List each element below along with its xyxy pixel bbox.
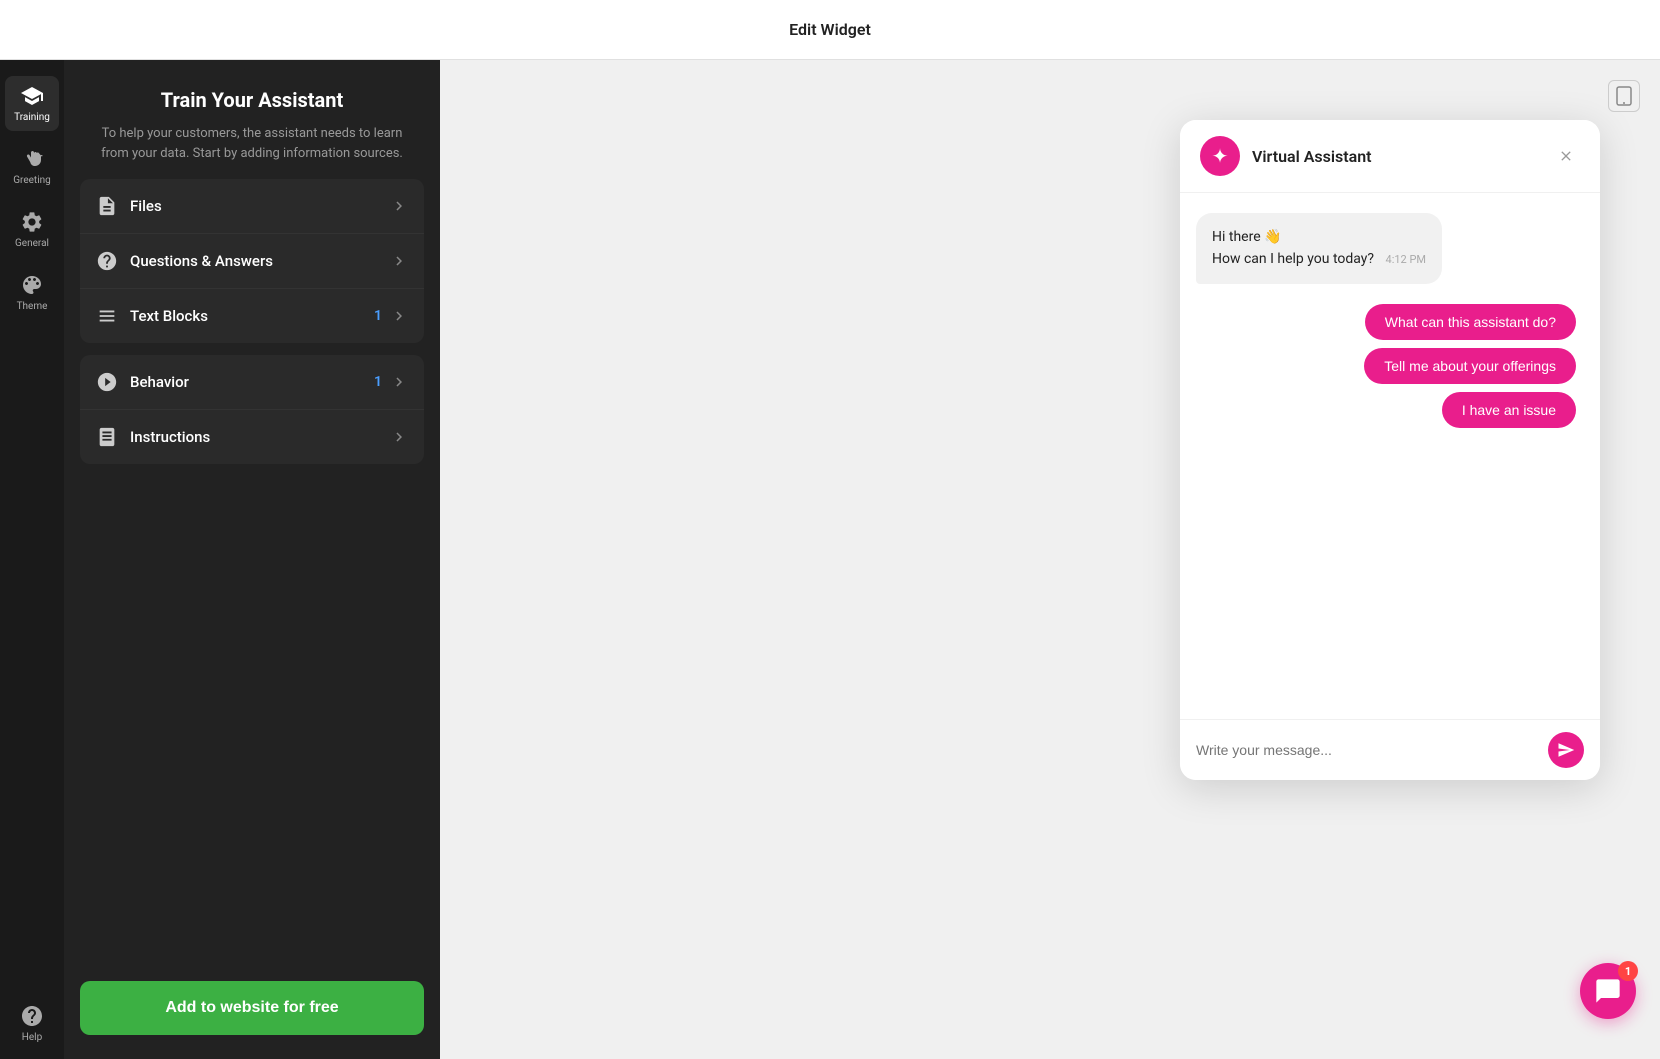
chat-send-button[interactable] (1548, 732, 1584, 768)
sidebar-item-help-label: Help (22, 1032, 42, 1043)
sparkle-icon: ✦ (1212, 144, 1229, 168)
chevron-right-icon-3 (390, 307, 408, 325)
floating-chat-button[interactable]: 1 (1580, 963, 1636, 1019)
sidebar-icons: Training Greeting General Theme (0, 60, 64, 1059)
chat-header: ✦ Virtual Assistant (1180, 120, 1600, 193)
content-area: ✦ Virtual Assistant Hi there 👋 How can I… (440, 60, 1660, 1059)
gear-icon (20, 210, 44, 234)
main-layout: Training Greeting General Theme (0, 60, 1660, 1059)
add-button-container: Add to website for free (64, 965, 440, 1059)
text-blocks-label: Text Blocks (130, 307, 374, 325)
menu-item-instructions[interactable]: Instructions (80, 410, 424, 464)
quick-replies: What can this assistant do? Tell me abou… (1196, 304, 1584, 428)
sidebar-item-general-label: General (15, 238, 49, 249)
training-header: Train Your Assistant To help your custom… (64, 60, 440, 179)
bot-bubble: Hi there 👋 How can I help you today? 4:1… (1196, 213, 1442, 284)
add-to-website-button[interactable]: Add to website for free (80, 981, 424, 1035)
training-title: Train Your Assistant (88, 88, 416, 112)
page-title: Edit Widget (789, 20, 871, 39)
qna-icon (96, 250, 118, 272)
book-icon (96, 426, 118, 448)
sidebar-item-theme-label: Theme (17, 301, 48, 312)
sidebar-item-training-label: Training (14, 112, 50, 123)
hand-wave-icon (20, 147, 44, 171)
bot-message-line1: Hi there 👋 (1212, 227, 1426, 248)
palette-icon (20, 273, 44, 297)
chat-widget: ✦ Virtual Assistant Hi there 👋 How can I… (1180, 120, 1600, 780)
mobile-preview-button[interactable] (1608, 80, 1640, 112)
chat-widget-title: Virtual Assistant (1252, 147, 1552, 166)
chevron-right-icon-2 (390, 252, 408, 270)
text-block-icon (96, 305, 118, 327)
close-icon (1558, 148, 1574, 164)
chevron-right-icon (390, 197, 408, 215)
sidebar-item-theme[interactable]: Theme (5, 265, 59, 320)
chat-close-button[interactable] (1552, 142, 1580, 170)
sidebar-item-training[interactable]: Training (5, 76, 59, 131)
quick-reply-1[interactable]: Tell me about your offerings (1364, 348, 1576, 384)
chat-avatar: ✦ (1200, 136, 1240, 176)
chevron-right-icon-4 (390, 373, 408, 391)
mobile-icon (1616, 86, 1632, 106)
graduation-cap-icon (20, 84, 44, 108)
chat-bubble-icon (1594, 977, 1622, 1005)
chat-message-input[interactable] (1196, 742, 1538, 758)
menu-item-text-blocks[interactable]: Text Blocks 1 (80, 289, 424, 343)
qna-label: Questions & Answers (130, 252, 390, 270)
quick-reply-0[interactable]: What can this assistant do? (1365, 304, 1576, 340)
files-label: Files (130, 197, 390, 215)
top-bar: Edit Widget (0, 0, 1660, 60)
sidebar-item-general[interactable]: General (5, 202, 59, 257)
question-circle-icon (20, 1004, 44, 1028)
instructions-label: Instructions (130, 428, 390, 446)
chat-messages: Hi there 👋 How can I help you today? 4:1… (1180, 193, 1600, 719)
notification-badge: 1 (1618, 961, 1638, 981)
sidebar-item-help[interactable]: Help (5, 996, 59, 1059)
chat-input-area (1180, 719, 1600, 780)
menu-item-files[interactable]: Files (80, 179, 424, 234)
menu-group-sources: Files Questions & Answers (80, 179, 424, 343)
bot-message: Hi there 👋 How can I help you today? 4:1… (1196, 213, 1584, 284)
message-time: 4:12 PM (1386, 252, 1426, 269)
behavior-badge: 1 (374, 374, 382, 390)
training-description: To help your customers, the assistant ne… (88, 124, 416, 163)
menu-item-qna[interactable]: Questions & Answers (80, 234, 424, 289)
quick-reply-2[interactable]: I have an issue (1442, 392, 1576, 428)
menu-group-behavior: Behavior 1 Instructions (80, 355, 424, 464)
sidebar-item-greeting[interactable]: Greeting (5, 139, 59, 194)
behavior-icon (96, 371, 118, 393)
sidebar-item-greeting-label: Greeting (13, 175, 51, 186)
send-icon (1557, 741, 1575, 759)
behavior-label: Behavior (130, 373, 374, 391)
chevron-right-icon-5 (390, 428, 408, 446)
bot-message-line2: How can I help you today? 4:12 PM (1212, 248, 1426, 270)
menu-item-behavior[interactable]: Behavior 1 (80, 355, 424, 410)
file-icon (96, 195, 118, 217)
text-blocks-badge: 1 (374, 308, 382, 324)
training-panel: Train Your Assistant To help your custom… (64, 60, 440, 1059)
